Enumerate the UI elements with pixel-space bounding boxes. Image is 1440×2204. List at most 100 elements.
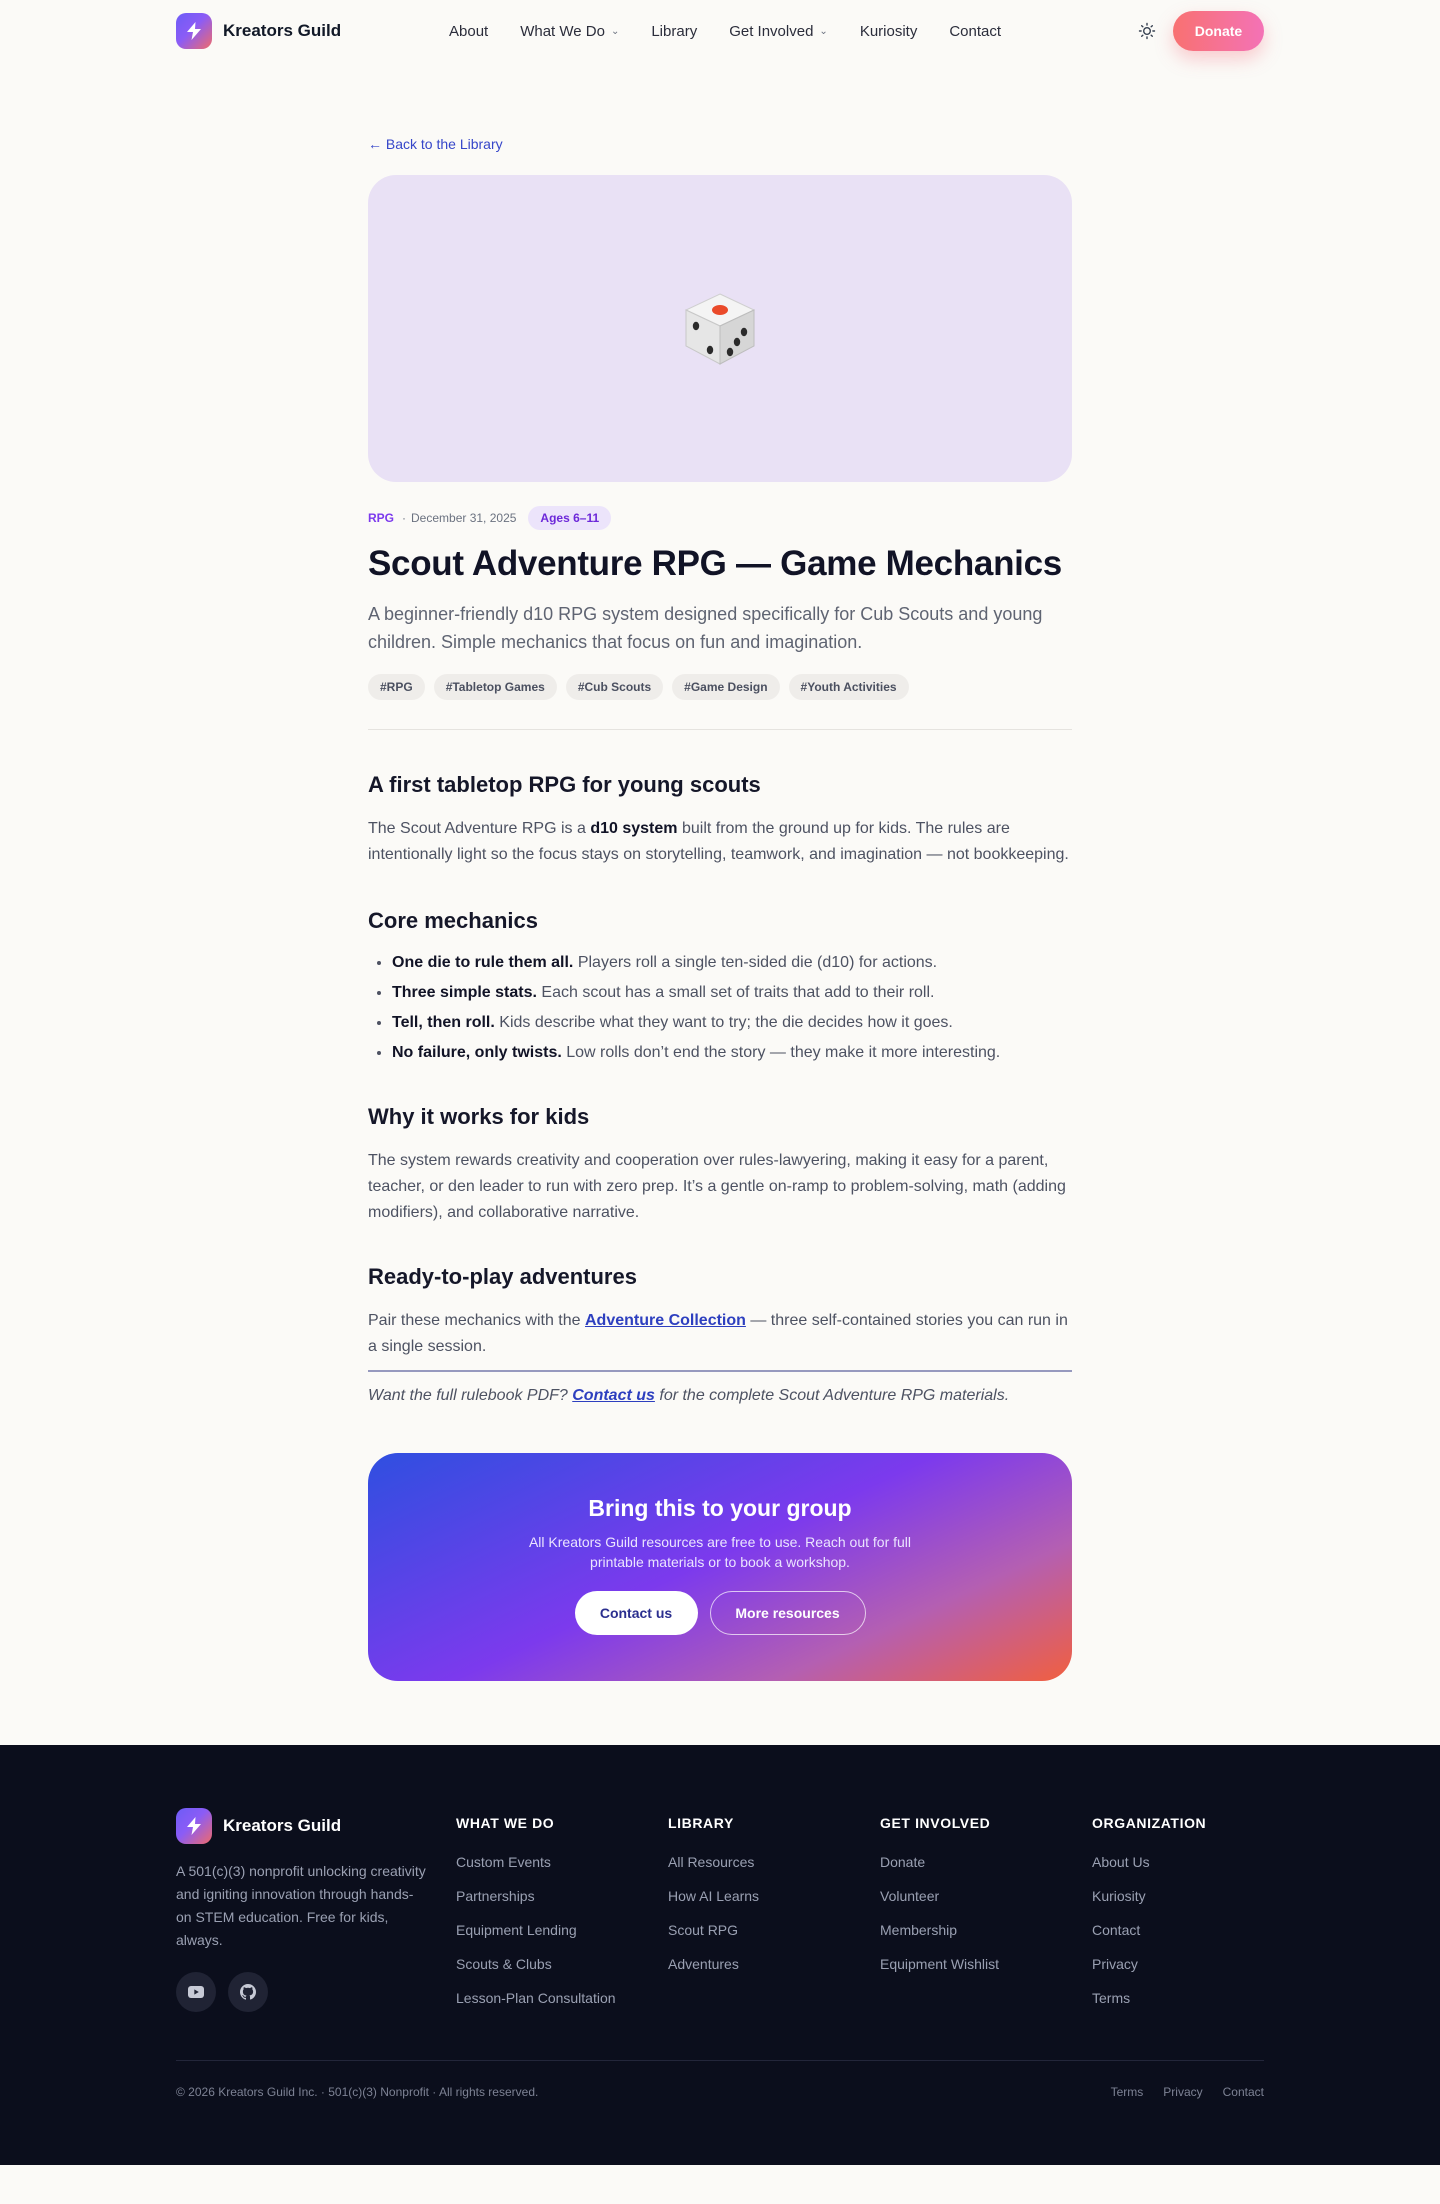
- back-to-library-link[interactable]: ← Back to the Library: [368, 136, 503, 152]
- section-paragraph: The Scout Adventure RPG is a d10 system …: [368, 816, 1072, 868]
- nav-label: About: [449, 22, 489, 40]
- rulebook-callout: Want the full rulebook PDF? Contact us f…: [368, 1387, 1072, 1405]
- github-icon: [240, 1984, 256, 2000]
- footer-col-organization: ORGANIZATION About Us Kuriosity Contact …: [1092, 1815, 1206, 2015]
- cta-more-resources-button[interactable]: More resources: [709, 1591, 866, 1635]
- divider: [368, 729, 1072, 730]
- footer-link[interactable]: All Resources: [668, 1845, 759, 1879]
- text-run: Low rolls don’t end the story — they mak…: [561, 1044, 1001, 1061]
- nav-what-we-do[interactable]: What We Do ⌄: [520, 23, 619, 40]
- publish-date: December 31, 2025: [411, 511, 517, 525]
- footer-link[interactable]: Custom Events: [456, 1845, 616, 1879]
- theme-toggle[interactable]: [1136, 20, 1158, 42]
- cta-title: Bring this to your group: [588, 1495, 852, 1521]
- lightning-icon: [176, 1808, 212, 1844]
- footer-col-heading: GET INVOLVED: [880, 1815, 991, 1831]
- nav-about[interactable]: About: [449, 23, 488, 40]
- footer-link[interactable]: Contact: [1092, 1913, 1206, 1947]
- meta-separator: ·: [402, 511, 407, 525]
- footer-col-get-involved: GET INVOLVED Donate Volunteer Membership…: [880, 1815, 999, 1981]
- footer-brand: Kreators Guild A 501(c)(3) nonprofit unl…: [176, 1808, 426, 2012]
- lightning-icon: [176, 13, 212, 49]
- list-item: No failure, only twists. Low rolls don’t…: [392, 1038, 1072, 1068]
- cta-text: All Kreators Guild resources are free to…: [528, 1534, 912, 1570]
- brand-name: Kreators Guild: [223, 21, 342, 40]
- legal-link-privacy[interactable]: Privacy: [1163, 2085, 1202, 2099]
- footer-link[interactable]: How AI Learns: [668, 1879, 759, 1913]
- list-item: Three simple stats. Each scout has a sma…: [392, 978, 1072, 1008]
- footer-col-heading: WHAT WE DO: [456, 1815, 555, 1831]
- footer-link[interactable]: Donate: [880, 1845, 999, 1879]
- cta-contact-button[interactable]: Contact us: [574, 1591, 698, 1635]
- legal-link-terms[interactable]: Terms: [1111, 2085, 1144, 2099]
- chevron-down-icon: ⌄: [610, 25, 620, 37]
- quote-rule: [368, 1370, 1072, 1372]
- section-paragraph: The system rewards creativity and cooper…: [368, 1152, 1066, 1221]
- legal-links: Terms Privacy Contact: [1111, 2085, 1264, 2099]
- footer-link[interactable]: Equipment Lending: [456, 1913, 616, 1947]
- footer-link[interactable]: Partnerships: [456, 1879, 616, 1913]
- bold-text: No failure, only twists.: [392, 1044, 562, 1061]
- page-subtitle: A beginner-friendly d10 RPG system desig…: [368, 604, 1043, 652]
- nav-get-involved[interactable]: Get Involved ⌄: [729, 23, 828, 40]
- footer-col-heading: ORGANIZATION: [1092, 1815, 1207, 1831]
- footer-col-library: LIBRARY All Resources How AI Learns Scou…: [668, 1815, 759, 1981]
- sun-icon: [1138, 22, 1156, 40]
- bold-text: Tell, then roll.: [392, 1014, 495, 1031]
- text-run: Pair these mechanics with the: [368, 1312, 585, 1329]
- footer-link[interactable]: Volunteer: [880, 1879, 999, 1913]
- article: ← Back to the Library RPG · December 31,…: [368, 62, 1072, 1681]
- cta-buttons: Contact us More resources: [368, 1591, 1072, 1635]
- footer-description: A 501(c)(3) nonprofit unlocking creativi…: [176, 1863, 426, 1948]
- github-link[interactable]: [228, 1972, 268, 2012]
- nav-label: Kuriosity: [859, 22, 918, 40]
- nav-library[interactable]: Library: [651, 23, 697, 40]
- age-badge: Ages 6–11: [528, 506, 612, 530]
- legal-link-contact[interactable]: Contact: [1223, 2085, 1264, 2099]
- section-intro: A first tabletop RPG for young scouts Th…: [368, 772, 1072, 868]
- nav-kuriosity[interactable]: Kuriosity: [860, 23, 918, 40]
- article-meta: RPG · December 31, 2025 Ages 6–11: [368, 506, 1072, 530]
- footer-link[interactable]: Scouts & Clubs: [456, 1947, 616, 1981]
- footer-link[interactable]: Terms: [1092, 1981, 1206, 2015]
- nav-contact[interactable]: Contact: [949, 23, 1001, 40]
- nav-label: Get Involved: [729, 22, 814, 40]
- footer-logo[interactable]: Kreators Guild: [176, 1808, 426, 1844]
- main-nav: About What We Do ⌄ Library Get Involved ⌄ …: [449, 0, 1033, 62]
- text-run: The Scout Adventure RPG is a: [368, 820, 591, 837]
- tag-chip[interactable]: #RPG: [368, 674, 425, 700]
- bold-text: One die to rule them all.: [392, 954, 574, 971]
- tag-chip[interactable]: #Game Design: [672, 674, 780, 700]
- dice-icon: [684, 292, 756, 365]
- footer-link[interactable]: Kuriosity: [1092, 1879, 1206, 1913]
- tag-list: #RPG #Tabletop Games #Cub Scouts #Game D…: [368, 674, 1072, 700]
- tag-chip[interactable]: #Youth Activities: [788, 674, 909, 700]
- footer-col-what-we-do: WHAT WE DO Custom Events Partnerships Eq…: [456, 1815, 616, 2015]
- social-links: [176, 1972, 426, 2012]
- youtube-link[interactable]: [176, 1972, 216, 2012]
- category-label[interactable]: RPG: [368, 511, 394, 525]
- brand-logo[interactable]: Kreators Guild: [176, 13, 341, 49]
- text-run: Each scout has a small set of traits tha…: [536, 984, 935, 1001]
- footer-link[interactable]: Membership: [880, 1913, 999, 1947]
- footer-link[interactable]: Equipment Wishlist: [880, 1947, 999, 1981]
- nav-label: Library: [651, 22, 698, 40]
- bold-text: d10 system: [590, 820, 678, 837]
- tag-chip[interactable]: #Tabletop Games: [433, 674, 557, 700]
- donate-button[interactable]: Donate: [1173, 11, 1264, 51]
- section-why-kids: Why it works for kids The system rewards…: [368, 1104, 1072, 1226]
- footer-link[interactable]: Lesson-Plan Consultation: [456, 1981, 616, 2015]
- cta-banner: Bring this to your group All Kreators Gu…: [368, 1453, 1072, 1681]
- contact-us-link[interactable]: Contact us: [572, 1387, 655, 1404]
- text-run: Kids describe what they want to try; the…: [494, 1014, 953, 1031]
- bold-text: Three simple stats.: [392, 984, 537, 1001]
- youtube-icon: [188, 1986, 204, 1998]
- footer-divider: [176, 2060, 1264, 2061]
- tag-chip[interactable]: #Cub Scouts: [565, 674, 664, 700]
- adventure-collection-link[interactable]: Adventure Collection: [585, 1312, 746, 1329]
- footer-link[interactable]: Adventures: [668, 1947, 759, 1981]
- footer-link[interactable]: About Us: [1092, 1845, 1206, 1879]
- footer-link[interactable]: Privacy: [1092, 1947, 1206, 1981]
- footer-link[interactable]: Scout RPG: [668, 1913, 759, 1947]
- section-core-mechanics: Core mechanics One die to rule them all.…: [368, 908, 1072, 1068]
